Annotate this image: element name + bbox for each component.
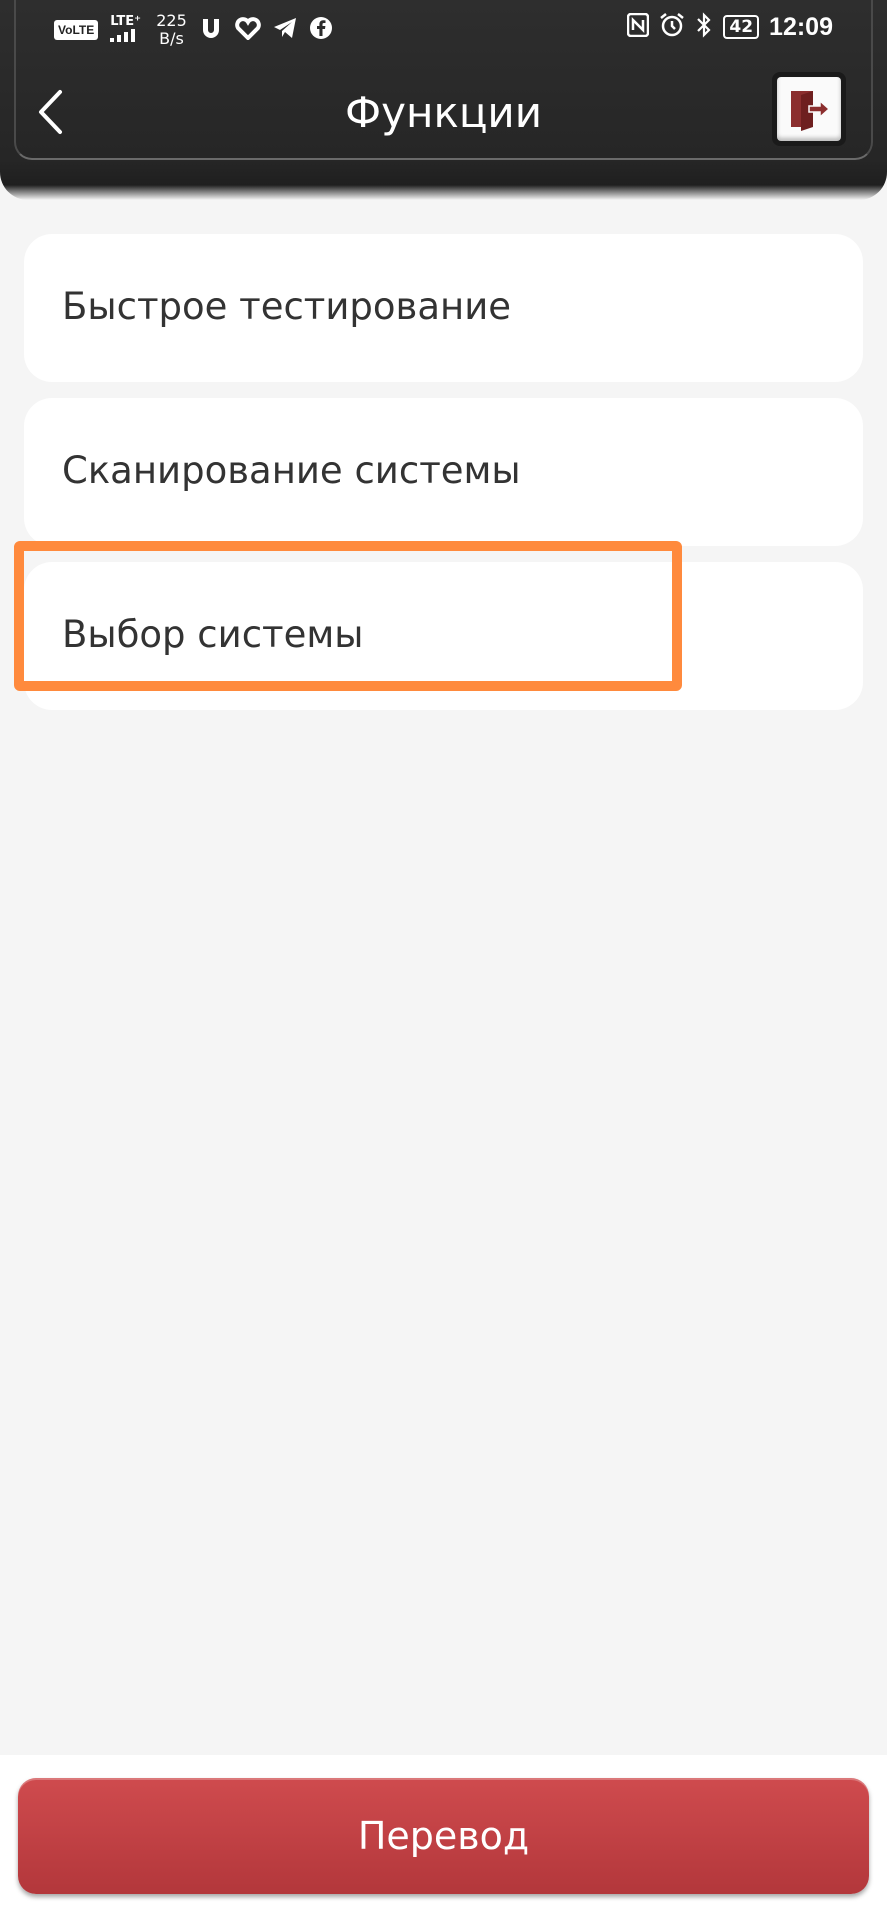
- volte-indicator: VoLTE: [54, 20, 99, 40]
- exit-icon: [791, 91, 831, 131]
- nfc-icon: [627, 12, 650, 41]
- menu-item-system-scan[interactable]: Сканирование системы: [24, 398, 863, 546]
- bluetooth-icon: [695, 12, 713, 42]
- u-app-icon: [199, 16, 223, 45]
- status-bar: VoLTE LTE⁺ 225 B/s 42 12:09: [0, 0, 887, 60]
- telegram-icon: [273, 17, 297, 43]
- lte-indicator: LTE⁺: [110, 15, 144, 45]
- menu-item-quick-test[interactable]: Быстрое тестирование: [24, 234, 863, 382]
- exit-button[interactable]: [772, 72, 846, 146]
- exit-button-face: [777, 77, 841, 141]
- network-speed: 225 B/s: [156, 11, 187, 48]
- facebook-icon: [309, 16, 333, 44]
- status-bar-right: 42 12:09: [627, 12, 833, 42]
- page-title: Функции: [344, 88, 543, 137]
- status-bar-left: VoLTE LTE⁺ 225 B/s: [54, 12, 333, 48]
- heart-app-icon: [234, 16, 261, 44]
- alarm-icon: [659, 12, 685, 42]
- battery-indicator: 42: [723, 15, 760, 39]
- menu-item-label: Быстрое тестирование: [62, 285, 512, 328]
- clock: 12:09: [769, 12, 833, 41]
- menu-item-label: Сканирование системы: [62, 449, 521, 492]
- translate-button[interactable]: Перевод: [18, 1778, 869, 1894]
- highlight-box: [14, 541, 682, 691]
- signal-icon: [110, 28, 136, 42]
